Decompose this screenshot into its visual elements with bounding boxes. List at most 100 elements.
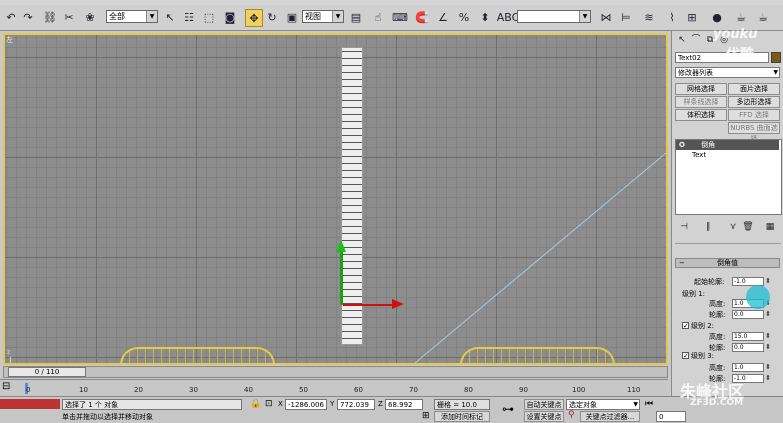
stack-item-text[interactable]: Text: [692, 151, 706, 159]
maxscript-listener[interactable]: [0, 399, 60, 409]
level2-height-spinner[interactable]: 15.0: [732, 332, 771, 341]
selection-region-icon[interactable]: ⬚: [201, 9, 217, 25]
pin-stack-icon[interactable]: ⊣: [678, 221, 690, 233]
pivot-center-icon[interactable]: ▤: [348, 9, 364, 25]
key-mode-dropdown[interactable]: 选定对象 ▼: [566, 399, 640, 410]
select-and-rotate-icon[interactable]: ↻: [264, 9, 280, 25]
level3-checkbox[interactable]: ✓: [682, 352, 689, 360]
unlink-icon[interactable]: ✂: [61, 9, 77, 25]
stack-item-bevel[interactable]: ✪ 倒角: [676, 140, 779, 150]
poly-select-button[interactable]: 多边形选择: [728, 96, 780, 108]
grid-size: 栅格 = 10.0: [434, 399, 490, 410]
level2-outline-spinner[interactable]: 0.0: [732, 343, 771, 352]
modify-tab-icon[interactable]: ⌒: [690, 34, 702, 46]
spinner-snap-icon[interactable]: ⬍: [477, 9, 493, 25]
material-editor-icon[interactable]: ●: [709, 9, 725, 25]
modifier-list-dropdown[interactable]: 修改器列表 ▼: [675, 67, 780, 78]
stack-item-label: 倒角: [701, 141, 716, 149]
text-outline-shape[interactable]: [120, 347, 275, 363]
select-object-icon[interactable]: ↖: [162, 9, 178, 25]
gizmo-x-arrow-icon[interactable]: [392, 299, 404, 309]
y-coord-field[interactable]: 772.039: [337, 399, 375, 410]
reference-coord-dropdown[interactable]: 视图 ▼: [302, 10, 344, 23]
move-gizmo-x-axis[interactable]: [343, 304, 393, 306]
undo-icon[interactable]: ↶: [3, 9, 19, 25]
spline-select-button[interactable]: 样条线选择: [675, 96, 727, 108]
command-panel: ↖ ⌒ ⧉ ◎ Text02 修改器列表 ▼ 网格选择 面片选择 样条线选择 多…: [671, 31, 783, 407]
viewport-left[interactable]: 左 zy: [3, 33, 668, 365]
level2-height-label: 高度:: [709, 333, 726, 341]
manipulate-icon[interactable]: ☝: [370, 9, 386, 25]
youku-cn-watermark: 优酷: [726, 47, 754, 63]
time-slider-thumb[interactable]: 0 / 110: [8, 367, 86, 377]
current-frame-field[interactable]: 0: [656, 411, 686, 422]
mesh-select-button[interactable]: 网格选择: [675, 83, 727, 95]
named-selection-dropdown[interactable]: ▼: [517, 10, 591, 23]
y-label: Y: [330, 400, 335, 408]
reference-coord-value: 视图: [305, 12, 321, 21]
chevron-down-icon: ▼: [332, 11, 343, 22]
snaps-toggle-icon[interactable]: 🧲: [414, 9, 430, 25]
select-by-name-icon[interactable]: ☷: [181, 9, 197, 25]
object-name-field[interactable]: Text02: [675, 52, 769, 63]
time-slider[interactable]: [3, 366, 668, 378]
level3-height-label: 高度:: [709, 364, 726, 372]
patch-select-button[interactable]: 面片选择: [728, 83, 780, 95]
nurbs-surface-select-button[interactable]: NURBS 曲面选择: [728, 122, 780, 143]
absolute-mode-icon[interactable]: ⊡: [265, 399, 273, 409]
x-label: X: [278, 400, 283, 408]
x-coord-field[interactable]: -1286.006: [285, 399, 327, 410]
mirror-icon[interactable]: ⋈: [598, 9, 614, 25]
bind-space-warp-icon[interactable]: ❀: [82, 9, 98, 25]
quick-render-icon[interactable]: ☕: [755, 9, 771, 25]
key-filters-button[interactable]: 关键点过滤器...: [580, 411, 640, 422]
configure-sets-icon[interactable]: ▦: [764, 221, 776, 233]
select-link-icon[interactable]: ⛓: [42, 9, 58, 25]
window-crossing-icon[interactable]: ◙: [222, 9, 238, 25]
select-and-scale-icon[interactable]: ▣: [284, 9, 300, 25]
select-and-move-icon[interactable]: ✥: [245, 9, 263, 27]
add-time-tag-button[interactable]: 添加时间标记: [434, 411, 490, 422]
light-bulb-icon[interactable]: ✪: [679, 141, 685, 149]
curve-editor-icon[interactable]: ⌇: [664, 9, 680, 25]
show-end-result-icon[interactable]: ∥: [702, 221, 714, 233]
mini-curve-editor-icon[interactable]: ⊟: [2, 381, 10, 392]
level1-outline-spinner[interactable]: 0.0: [732, 310, 771, 319]
layer-manager-icon[interactable]: ≋: [641, 9, 657, 25]
create-tab-icon[interactable]: ↖: [676, 34, 688, 46]
key-filter-icon[interactable]: ⚲: [568, 410, 575, 420]
percent-snap-icon[interactable]: %: [456, 9, 472, 25]
set-key-button[interactable]: 设置关键点: [524, 411, 564, 422]
selection-filter-dropdown[interactable]: 全部 ▼: [106, 10, 158, 23]
chevron-down-icon: ▼: [579, 11, 590, 22]
track-bar[interactable]: ⊟ 0 10 20 30 40 50 60 70 80 90 100 110: [0, 379, 668, 396]
ffd-select-button[interactable]: FFD 选择: [728, 109, 780, 121]
object-color-swatch[interactable]: [771, 52, 781, 63]
key-icon[interactable]: ⊶: [502, 402, 514, 416]
z-coord-field[interactable]: 68.992: [385, 399, 423, 410]
bevel-values-rollout[interactable]: − 倒角值: [675, 258, 780, 268]
render-setup-icon[interactable]: ☕: [733, 9, 749, 25]
rollout-title: 倒角值: [717, 259, 738, 267]
level2-checkbox[interactable]: ✓: [682, 322, 689, 330]
volume-select-button[interactable]: 体积选择: [675, 109, 727, 121]
make-unique-icon[interactable]: ⋎: [727, 221, 739, 233]
go-to-start-icon[interactable]: ⏮: [645, 399, 653, 409]
text-outline-shape[interactable]: [460, 347, 615, 363]
auto-key-button[interactable]: 自动关键点: [524, 399, 564, 410]
schematic-view-icon[interactable]: ⊞: [684, 9, 700, 25]
angle-snap-icon[interactable]: ∠: [435, 9, 451, 25]
selected-text-object[interactable]: [341, 47, 363, 345]
align-icon[interactable]: ⊨: [618, 9, 634, 25]
redo-icon[interactable]: ↷: [20, 9, 36, 25]
lock-icon[interactable]: 🔒: [250, 399, 261, 409]
status-bar: 选择了 1 个 对象 单击并拖动以选择并移动对象 🔒 ⊡ X -1286.006…: [0, 396, 783, 423]
remove-modifier-icon[interactable]: 🗑: [742, 221, 754, 233]
move-gizmo-y-axis[interactable]: [340, 245, 343, 305]
gizmo-y-arrow-icon[interactable]: [336, 240, 346, 252]
keyboard-shortcut-icon[interactable]: ⌨: [392, 9, 408, 25]
time-tag-icon[interactable]: ⊞: [422, 411, 430, 421]
edit-named-selection-icon[interactable]: ABC: [497, 9, 520, 25]
youku-watermark: youku: [713, 27, 758, 42]
level3-height-spinner[interactable]: 1.0: [732, 363, 771, 372]
